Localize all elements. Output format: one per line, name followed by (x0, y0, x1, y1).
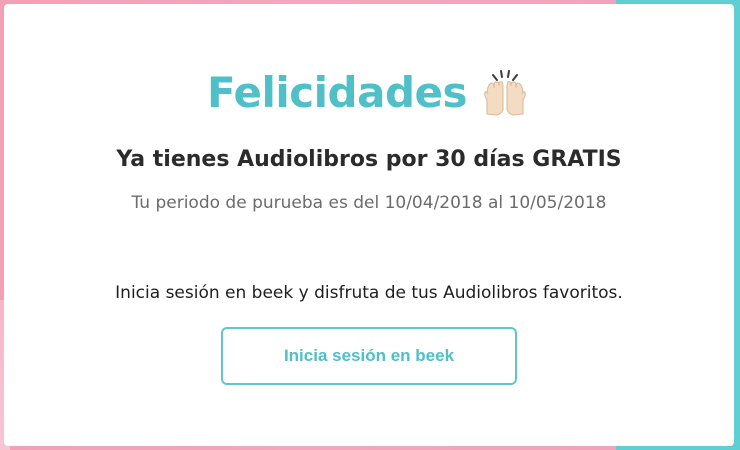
raising-hands-icon (479, 66, 531, 118)
trial-headline: Ya tienes Audiolibros por 30 días GRATIS (116, 147, 622, 172)
dialog-title: Felicidades (206, 67, 468, 117)
login-invite-text: Inicia sesión en beek y disfruta de tus … (115, 283, 623, 303)
title-row: Felicidades (4, 66, 734, 118)
login-button[interactable]: Inicia sesión en beek (221, 327, 517, 385)
trial-period-text: Tu periodo de purueba es del 10/04/2018 … (131, 193, 607, 213)
success-dialog: Felicidades Ya tienes Audiolibros por 30… (4, 4, 734, 446)
